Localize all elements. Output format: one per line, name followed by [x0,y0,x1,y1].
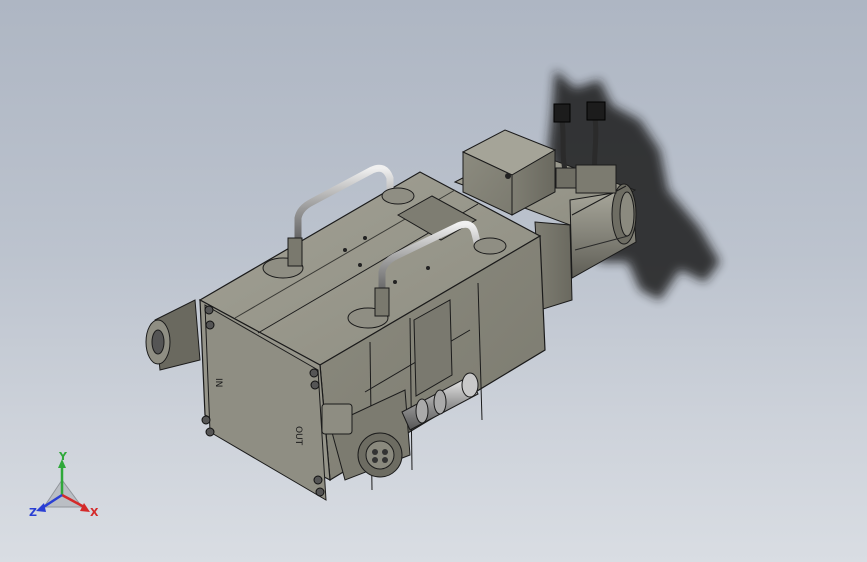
triad-y-label: Y [58,450,68,463]
cad-model-view[interactable]: IN OUT Y X Z [0,0,867,562]
triad-z-label: Z [29,506,37,519]
port-mark-out: OUT [293,426,303,446]
3d-viewport[interactable]: IN OUT Y X Z [0,0,867,562]
orientation-triad[interactable]: Y X Z [29,450,99,519]
inlet-fitting[interactable] [145,299,201,371]
port-mark-in: IN [213,378,223,387]
triad-x-label: X [90,506,99,519]
